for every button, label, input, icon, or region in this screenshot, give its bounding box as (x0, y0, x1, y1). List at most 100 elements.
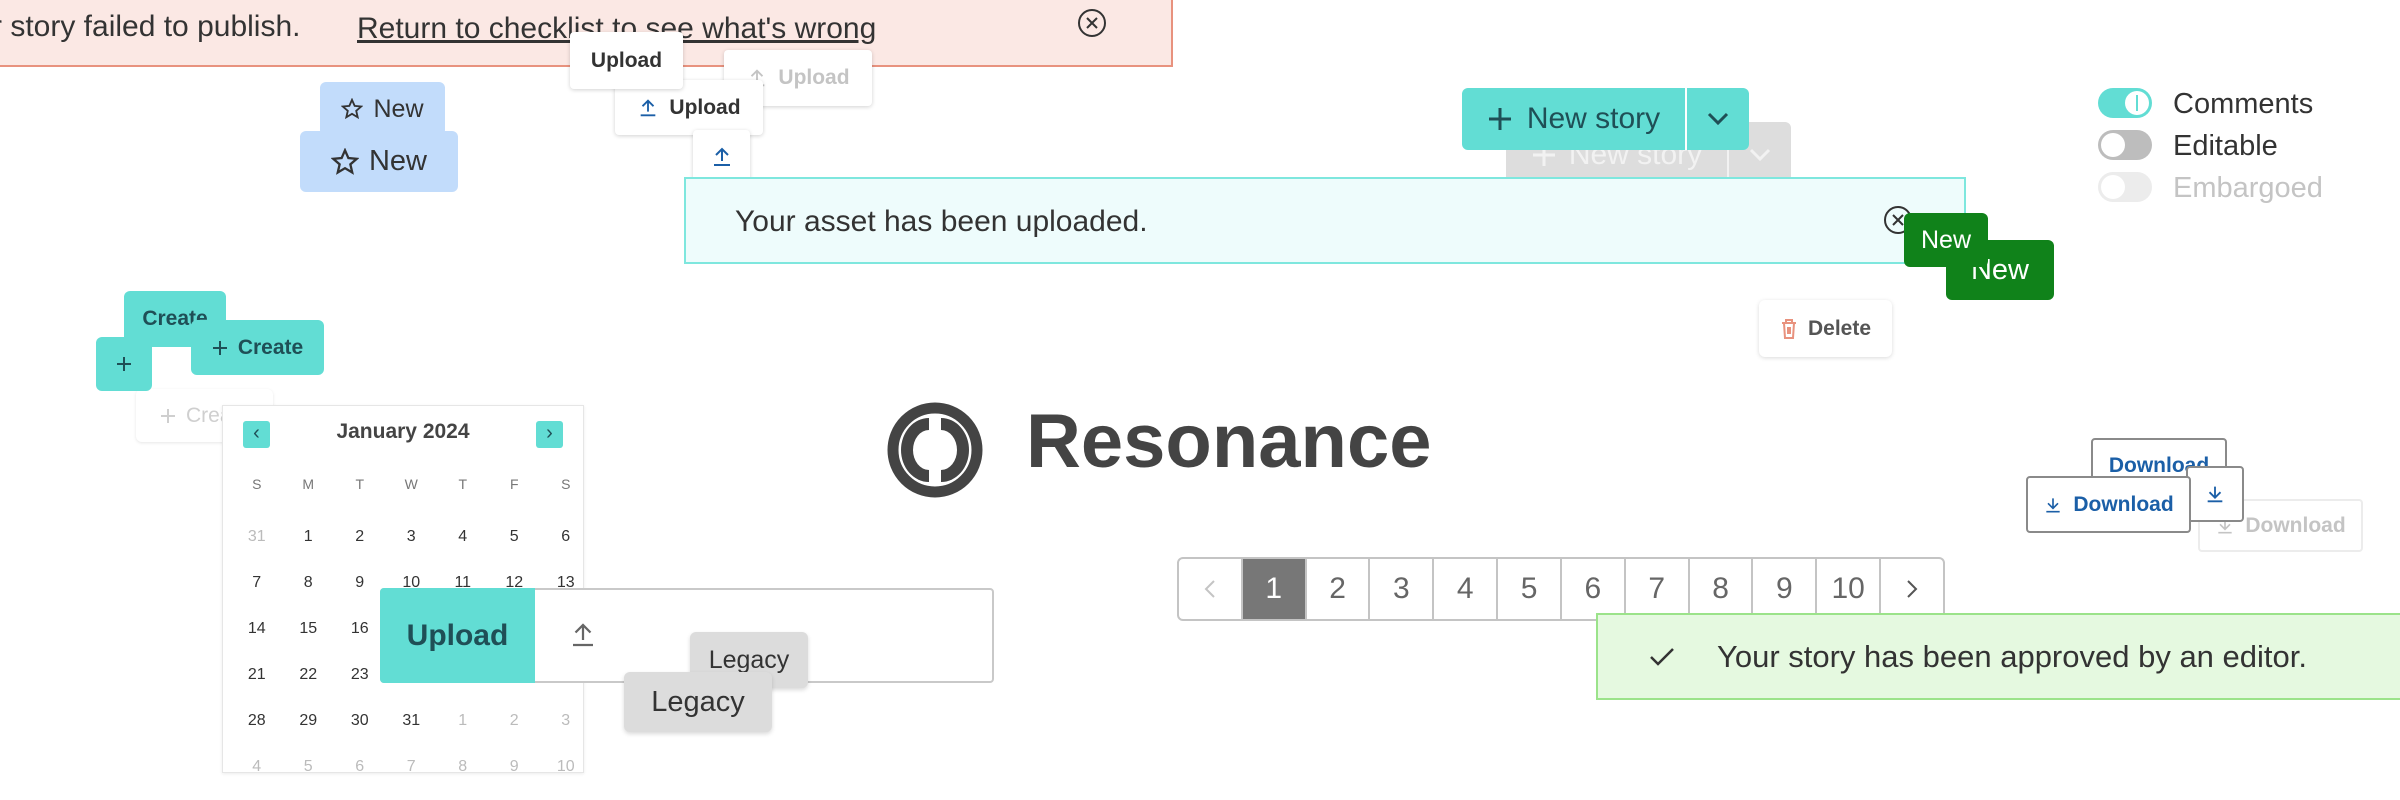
star-icon (341, 98, 364, 120)
success-banner: Your story has been approved by an edito… (1596, 613, 2400, 700)
create-icon-button[interactable]: Create (191, 320, 324, 375)
download-icon-only-button[interactable] (2186, 466, 2244, 522)
calendar-day[interactable]: 5 (283, 744, 335, 790)
pagination-next-button[interactable] (1881, 559, 1943, 619)
download-icon (2043, 495, 2063, 515)
info-banner: Your asset has been uploaded. (684, 177, 1966, 264)
calendar-day[interactable]: 8 (437, 744, 489, 790)
download-icon (2204, 483, 2226, 505)
pagination-page[interactable]: 2 (1307, 559, 1371, 619)
calendar-day[interactable]: 2 (334, 514, 386, 560)
comments-toggle[interactable] (2098, 88, 2152, 118)
close-circle-icon[interactable] (1077, 8, 1107, 38)
calendar-day[interactable]: 29 (283, 698, 335, 744)
calendar-day[interactable]: 8 (283, 560, 335, 606)
calendar-day[interactable]: 1 (437, 698, 489, 744)
calendar-day[interactable]: 14 (231, 606, 283, 652)
pagination-page[interactable]: 1 (1242, 559, 1307, 619)
editable-toggle[interactable] (2098, 130, 2152, 160)
calendar-day[interactable]: 4 (437, 514, 489, 560)
calendar-day[interactable]: 22 (283, 652, 335, 698)
new-story-label: New story (1526, 102, 1661, 135)
calendar-weekday: T (458, 476, 468, 492)
calendar-weekday: W (404, 476, 418, 492)
download-disabled-label: Download (2245, 513, 2346, 537)
calendar-day[interactable]: 4 (231, 744, 283, 790)
upload-field-button[interactable]: Upload (380, 588, 535, 683)
trash-icon (1780, 318, 1798, 340)
calendar-day[interactable]: 3 (540, 698, 592, 744)
plus-icon (160, 408, 176, 424)
embargoed-toggle (2098, 172, 2152, 202)
new-button-small[interactable]: New (320, 82, 445, 136)
upload-icon (710, 145, 734, 169)
calendar-day[interactable]: 3 (386, 514, 438, 560)
upload-icon-only-button[interactable] (693, 130, 750, 184)
delete-button[interactable]: Delete (1759, 300, 1892, 357)
create-icon-label: Create (237, 335, 304, 359)
embargoed-label: Embargoed (2173, 172, 2323, 204)
calendar-day[interactable]: 1 (283, 514, 335, 560)
pagination-page[interactable]: 4 (1434, 559, 1499, 619)
upload-disabled-label: Upload (778, 66, 850, 89)
info-message: Your asset has been uploaded. (735, 205, 1148, 238)
upload-field: Upload (380, 588, 994, 683)
star-icon (330, 147, 359, 176)
chevron-down-icon (1707, 112, 1729, 126)
check-icon (1648, 645, 1676, 669)
pagination-page[interactable]: 8 (1690, 559, 1754, 619)
calendar-day[interactable]: 5 (489, 514, 541, 560)
error-message: r story failed to publish. (0, 10, 301, 43)
brand-name: Resonance (1026, 399, 1432, 484)
toggle-on-mark (2136, 95, 2138, 111)
calendar-next-button[interactable]: › (536, 421, 563, 448)
pagination-page[interactable]: 5 (1498, 559, 1562, 619)
calendar-day[interactable]: 9 (334, 560, 386, 606)
new-story-dropdown-button[interactable] (1685, 88, 1749, 150)
calendar-day[interactable]: 9 (489, 744, 541, 790)
new-story-button[interactable]: New story (1462, 88, 1685, 150)
calendar-day[interactable]: 2 (489, 698, 541, 744)
calendar-day[interactable]: 23 (334, 652, 386, 698)
calendar-day[interactable]: 7 (231, 560, 283, 606)
calendar-day[interactable]: 16 (334, 606, 386, 652)
calendar-day[interactable]: 31 (231, 514, 283, 560)
toggle-knob (2101, 175, 2125, 199)
plus-icon (1487, 106, 1513, 132)
calendar-day[interactable]: 30 (334, 698, 386, 744)
pagination-page[interactable]: 9 (1753, 559, 1818, 619)
chevron-left-icon (1204, 579, 1216, 599)
new-story-split-button: New story (1462, 88, 1749, 150)
new-button-small-label: New (373, 94, 424, 123)
comments-label: Comments (2173, 88, 2314, 120)
calendar-day[interactable]: 15 (283, 606, 335, 652)
upload-icon (568, 620, 598, 650)
calendar-day[interactable]: 21 (231, 652, 283, 698)
pagination-page[interactable]: 6 (1562, 559, 1626, 619)
pagination-page[interactable]: 7 (1626, 559, 1690, 619)
calendar-day[interactable]: 31 (386, 698, 438, 744)
new-button-large[interactable]: New (300, 131, 458, 192)
plus-icon (116, 356, 132, 372)
chevron-down-icon (1749, 148, 1771, 162)
pagination-prev-button[interactable] (1179, 559, 1243, 619)
calendar-day[interactable]: 28 (231, 698, 283, 744)
download-icon-button[interactable]: Download (2026, 476, 2191, 533)
upload-icon (637, 97, 659, 119)
calendar-day[interactable]: 6 (334, 744, 386, 790)
pagination-page[interactable]: 10 (1817, 559, 1882, 619)
plus-icon (212, 340, 228, 356)
upload-button[interactable]: Upload (570, 32, 683, 89)
upload-label: Upload (590, 48, 663, 72)
pagination-page[interactable]: 3 (1370, 559, 1435, 619)
new-green-button-small[interactable]: New (1904, 213, 1988, 267)
calendar-day[interactable]: 10 (540, 744, 592, 790)
calendar-day[interactable]: 7 (386, 744, 438, 790)
upload-field-label: Upload (406, 618, 509, 652)
create-icon-only-button[interactable] (96, 337, 152, 391)
new-button-large-label: New (368, 145, 427, 177)
calendar-day[interactable]: 6 (540, 514, 592, 560)
editable-label: Editable (2173, 130, 2278, 162)
pagination: 1 2 3 4 5 6 7 8 9 10 (1177, 557, 1945, 621)
legacy-button-large[interactable]: Legacy (624, 672, 772, 732)
